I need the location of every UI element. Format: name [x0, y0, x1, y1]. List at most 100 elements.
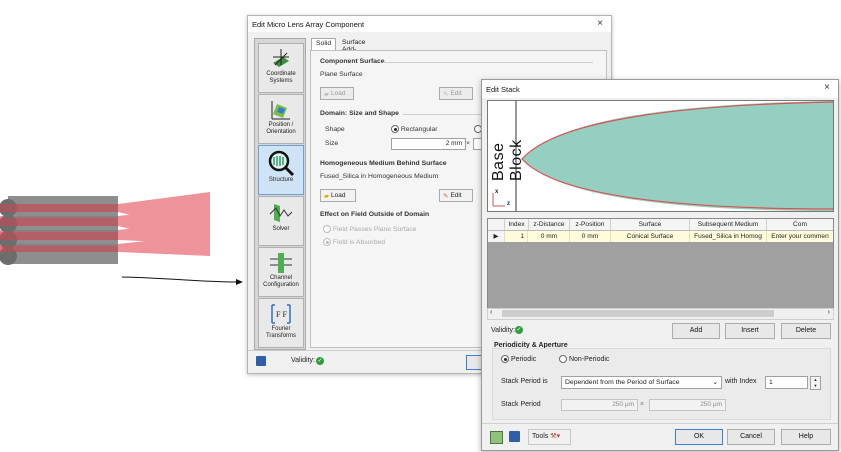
sidebar-label: Orientation [266, 129, 296, 135]
category-sidebar: Coordinate Systems Position / Orientatio… [254, 38, 306, 350]
medium-load-label: Load [331, 192, 346, 199]
size-label: Size [325, 140, 339, 147]
stepper-arrows-icon[interactable]: ▲ ▼ [810, 376, 821, 390]
table-cell[interactable]: 0 mm [529, 231, 570, 242]
column-header[interactable]: z-Position [570, 219, 611, 230]
sidebar-label: Transforms [265, 333, 297, 339]
medium-heading: Homogeneous Medium Behind Surface [320, 160, 447, 167]
dialog-titlebar: Edit Micro Lens Array Component × [248, 16, 611, 32]
solver-icon [269, 204, 293, 222]
column-header[interactable]: Index [505, 219, 529, 230]
edit-stack-dialog: Edit Stack × Base Block x z Index z-Dist… [481, 79, 839, 451]
stack-period-x-field: 250 µm [561, 399, 638, 411]
dialog-title: Edit Micro Lens Array Component [252, 19, 365, 29]
column-header[interactable]: Surface [611, 219, 690, 230]
non-periodic-option[interactable]: Non-Periodic [559, 355, 609, 363]
sidebar-label: Channel [269, 275, 293, 281]
table-cell[interactable]: 0 mm [570, 231, 611, 242]
catalog-icon[interactable] [490, 431, 503, 444]
column-header[interactable]: Subsequent Medium [690, 219, 767, 230]
base-block-label: Base Block [490, 139, 525, 181]
column-header[interactable]: z-Distance [529, 219, 570, 230]
scrollbar-thumb[interactable] [502, 310, 774, 317]
cancel-button[interactable]: Cancel [727, 429, 775, 445]
table-row[interactable]: ▶ 1 0 mm 0 mm Conical Surface Fused_Sili… [488, 231, 833, 242]
medium-load-button[interactable]: ▰ Load [320, 189, 356, 202]
position-orientation-icon [271, 101, 290, 120]
table-cell[interactable]: 1 [505, 231, 528, 242]
component-surface-value: Plane Surface [320, 71, 363, 78]
sidebar-label: Fourier [271, 326, 291, 332]
validity-check-icon: ✓ [515, 326, 523, 334]
sidebar-item-channel-configuration[interactable]: Channel Configuration [258, 247, 304, 297]
shape-label: Shape [325, 126, 345, 133]
index-stepper[interactable]: 1 [765, 376, 808, 389]
sidebar-item-position-orientation[interactable]: Position / Orientation [258, 94, 304, 144]
sidebar-label: Solver [272, 226, 290, 232]
times-label: × [640, 401, 645, 408]
divider [383, 62, 593, 63]
tools-menu-button[interactable]: Tools ⚒▾ [528, 429, 571, 445]
row-selector-icon[interactable]: ▶ [488, 231, 505, 242]
sidebar-label: Configuration [263, 282, 299, 288]
fourier-transforms-icon: F F [271, 304, 291, 324]
stack-period-label: Stack Period [501, 401, 541, 408]
stack-period-is-label: Stack Period is [501, 378, 548, 385]
stack-period-dropdown[interactable]: Dependent from the Period of Surface ⌄ [561, 376, 722, 389]
column-header[interactable]: Com [767, 219, 833, 230]
surface-edit-label: Edit [450, 90, 462, 97]
table-cell[interactable]: Fused_Silica in Homog [690, 231, 767, 242]
delete-button[interactable]: Delete [781, 323, 831, 339]
dialog-footer: Tools ⚒▾ OK Cancel Help [482, 423, 838, 450]
close-icon[interactable]: × [824, 82, 830, 93]
stack-visualization: Base Block x z [487, 100, 834, 212]
insert-button[interactable]: Insert [725, 323, 775, 339]
horizontal-scrollbar[interactable]: ‹ › [487, 308, 834, 320]
field-absorbed-label: Field is Absorbed [332, 238, 386, 246]
field-passes-label: Field Passes Plane Surface [332, 225, 417, 233]
help-button[interactable]: Help [781, 429, 831, 445]
index-value: 1 [769, 379, 773, 386]
save-icon[interactable] [256, 356, 266, 366]
domain-heading: Domain: Size and Shape [320, 110, 399, 117]
sidebar-item-solver[interactable]: Solver [258, 196, 304, 246]
shape-rectangular-option[interactable]: Rectangular [391, 125, 438, 133]
surface-edit-button[interactable]: ✎ Edit [439, 87, 473, 100]
field-passes-option[interactable]: Field Passes Plane Surface [323, 225, 416, 233]
surface-table: Index z-Distance z-Position Surface Subs… [487, 218, 834, 310]
field-absorbed-option[interactable]: Field is Absorbed [323, 238, 385, 246]
times-label: × [466, 140, 470, 147]
lens-array-illustration [0, 192, 243, 285]
svg-text:F F: F F [276, 310, 287, 319]
pencil-icon: ✎ [443, 192, 449, 200]
medium-edit-button[interactable]: ✎ Edit [439, 189, 473, 202]
sidebar-item-fourier-transforms[interactable]: F F Fourier Transforms [258, 298, 304, 348]
effect-heading: Effect on Field Outside of Domain [320, 211, 430, 218]
sidebar-label: Coordinate [266, 71, 296, 77]
stack-period-y-field: 250 µm [649, 399, 726, 411]
table-cell[interactable]: Enter your commen [767, 231, 833, 242]
size-x-field[interactable]: 2 mm [391, 138, 466, 150]
sidebar-label: Structure [268, 177, 294, 183]
close-icon[interactable]: × [597, 18, 603, 29]
periodic-label: Periodic [510, 355, 537, 363]
sidebar-item-structure[interactable]: Structure [258, 145, 304, 195]
save-icon[interactable] [509, 431, 520, 442]
periodicity-group: Periodic Non-Periodic Stack Period is De… [492, 348, 831, 420]
ok-button[interactable]: OK [675, 429, 723, 445]
add-button[interactable]: Add [672, 323, 720, 339]
sidebar-label: Systems [269, 78, 293, 84]
pencil-icon: ✎ [443, 90, 449, 98]
pointer-arrow [121, 276, 237, 283]
component-surface-heading: Component Surface [320, 58, 385, 65]
coordinate-systems-icon [273, 49, 289, 67]
scroll-left-icon[interactable]: ‹ [490, 309, 492, 316]
tools-icon: ⚒▾ [550, 433, 561, 440]
radio-icon [323, 225, 331, 233]
surface-load-button[interactable]: ▰ Load [320, 87, 354, 100]
sidebar-item-coordinate-systems[interactable]: Coordinate Systems [258, 43, 304, 93]
validity-check-icon: ✓ [316, 357, 324, 365]
table-cell[interactable]: Conical Surface [611, 231, 690, 242]
scroll-right-icon[interactable]: › [828, 309, 830, 316]
periodic-option[interactable]: Periodic [501, 355, 536, 363]
